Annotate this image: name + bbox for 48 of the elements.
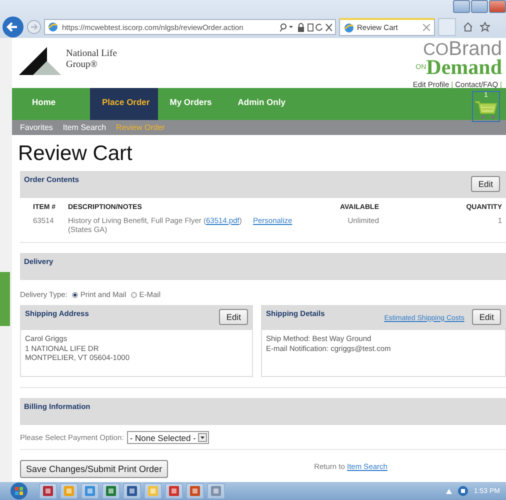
taskbar-app-button[interactable] — [165, 483, 183, 499]
app-icon — [85, 486, 95, 496]
close-icon — [423, 24, 430, 31]
edit-button[interactable]: Edit — [472, 309, 501, 325]
browser-icon — [344, 22, 354, 32]
nav-tab[interactable]: My Orders — [158, 88, 226, 120]
submit-button[interactable]: Save Changes/Submit Print Order — [20, 460, 168, 478]
close-button[interactable] — [489, 0, 506, 13]
address-actions-icon — [280, 22, 332, 32]
nav-tab[interactable]: Place Order — [90, 88, 158, 120]
back-icon[interactable] — [2, 16, 24, 38]
triangle-logo-icon — [19, 45, 61, 75]
payment-select[interactable]: - None Selected - — [126, 431, 209, 444]
start-icon[interactable] — [10, 482, 28, 500]
tray-arrow-icon — [446, 488, 452, 494]
taskbar-app-button[interactable] — [207, 483, 225, 499]
radio-button[interactable] — [72, 292, 78, 298]
logo-text: National Life Group® — [66, 49, 117, 71]
side-panel — [0, 272, 10, 326]
maximize-button[interactable] — [471, 0, 488, 13]
taskbar-app-button[interactable] — [123, 483, 141, 499]
app-icon — [43, 486, 53, 496]
app-icon — [106, 486, 116, 496]
nav-tab[interactable]: Home — [20, 88, 90, 120]
subnav-link[interactable]: Favorites — [20, 123, 53, 132]
network-icon — [458, 486, 468, 496]
subnav-link[interactable]: Item Search — [62, 123, 106, 132]
forward-icon[interactable] — [27, 20, 41, 34]
app-icon — [127, 486, 137, 496]
app-icon — [211, 486, 221, 496]
home-icon[interactable] — [463, 22, 473, 32]
nav-tab[interactable]: Admin Only — [226, 88, 294, 120]
browser-icon — [48, 22, 58, 32]
taskbar-app-button[interactable] — [81, 483, 99, 499]
app-icon — [64, 486, 74, 496]
app-icon — [169, 486, 179, 496]
taskbar-app-button[interactable] — [186, 483, 204, 499]
star-icon[interactable] — [480, 22, 490, 32]
minimize-button[interactable] — [453, 0, 470, 13]
app-icon — [148, 486, 158, 496]
radio-button[interactable] — [131, 292, 138, 298]
edit-button[interactable]: Edit — [219, 309, 248, 325]
edit-button[interactable]: Edit — [471, 176, 500, 192]
page-title: Review Cart — [18, 142, 134, 166]
cart-icon — [474, 100, 498, 120]
taskbar-app-button[interactable] — [39, 483, 57, 499]
app-icon — [190, 486, 200, 496]
taskbar-app-button[interactable] — [102, 483, 120, 499]
